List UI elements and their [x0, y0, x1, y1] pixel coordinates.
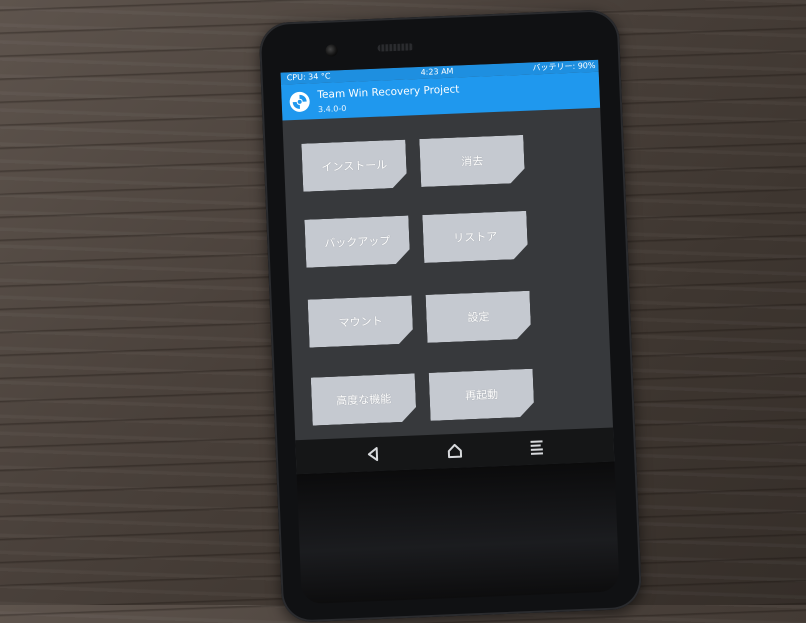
earpiece-speaker	[377, 43, 414, 52]
settings-button[interactable]: 設定	[426, 291, 532, 343]
backup-label: バックアップ	[324, 234, 391, 250]
reboot-label: 再起動	[464, 388, 499, 403]
back-triangle-icon[interactable]	[364, 445, 383, 464]
mount-button[interactable]: マウント	[308, 295, 414, 347]
twrp-screen: CPU: 34 °C 4:23 AM バッテリー: 90% Team Win R…	[280, 59, 615, 475]
restore-label: リストア	[453, 230, 498, 245]
main-menu-grid: インストール 消去 バックアップ リストア マウント 設定 高度な機能 再起動	[282, 108, 613, 441]
app-title: Team Win Recovery Project	[317, 83, 460, 102]
twrp-logo-icon	[289, 91, 311, 113]
phone-bottom-bezel	[296, 461, 620, 605]
menu-lines-icon[interactable]	[527, 438, 546, 457]
wipe-button[interactable]: 消去	[419, 135, 525, 187]
restore-button[interactable]: リストア	[422, 211, 528, 263]
app-version: 3.4.0-0	[317, 103, 347, 115]
phone-device: CPU: 34 °C 4:23 AM バッテリー: 90% Team Win R…	[258, 8, 643, 623]
reboot-button[interactable]: 再起動	[429, 369, 535, 421]
install-label: インストール	[321, 158, 388, 175]
advanced-label: 高度な機能	[335, 392, 392, 408]
advanced-button[interactable]: 高度な機能	[311, 373, 417, 425]
home-icon[interactable]	[445, 442, 464, 461]
front-camera	[325, 44, 338, 57]
settings-label: 設定	[467, 310, 490, 325]
mount-label: マウント	[338, 314, 383, 330]
wipe-label: 消去	[460, 154, 484, 169]
backup-button[interactable]: バックアップ	[304, 216, 410, 268]
install-button[interactable]: インストール	[301, 140, 407, 192]
